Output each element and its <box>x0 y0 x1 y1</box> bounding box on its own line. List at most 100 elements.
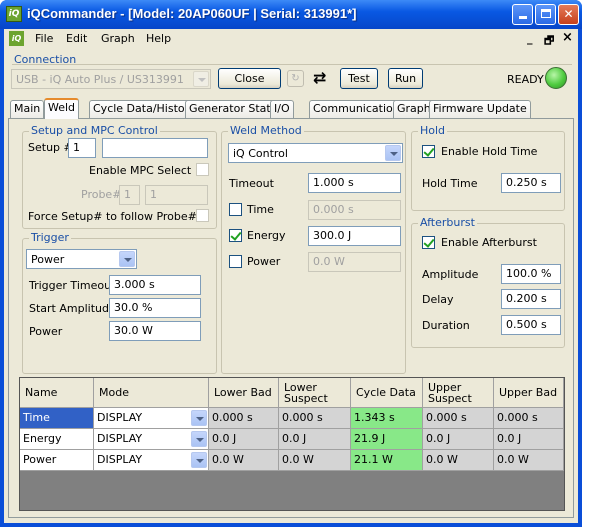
energy-checkbox[interactable] <box>229 229 242 242</box>
delay-field[interactable]: 0.200 s <box>501 289 561 309</box>
time-checkbox[interactable] <box>229 203 242 216</box>
row-time-cycle-data: 1.343 s <box>351 408 423 429</box>
duration-label: Duration <box>422 319 470 332</box>
row-energy-mode-select[interactable]: DISPLAY <box>94 429 209 450</box>
trigger-mode-select[interactable]: Power <box>26 249 137 269</box>
menu-file[interactable]: File <box>35 32 53 45</box>
row-time-name[interactable]: Time <box>20 408 94 429</box>
power-field[interactable]: 0.0 W <box>308 252 401 272</box>
row-time-upper-bad[interactable]: 0.000 s <box>494 408 564 429</box>
row-energy-lower-bad[interactable]: 0.0 J <box>209 429 279 450</box>
trigger-power-field[interactable]: 30.0 W <box>109 321 201 341</box>
column-header-upper-bad[interactable]: Upper Bad <box>494 378 564 408</box>
minimize-icon <box>518 16 527 19</box>
force-setup-checkbox[interactable] <box>196 209 209 222</box>
column-header-upper-suspect[interactable]: Upper Suspect <box>423 378 494 408</box>
row-power-mode-select[interactable]: DISPLAY <box>94 450 209 471</box>
trigger-timeout-field[interactable]: 3.000 s <box>109 275 201 295</box>
hold-time-label: Hold Time <box>422 177 478 190</box>
row-energy-lower-suspect[interactable]: 0.0 J <box>279 429 351 450</box>
row-power-lower-bad[interactable]: 0.0 W <box>209 450 279 471</box>
weld-method-select[interactable]: iQ Control <box>228 143 403 163</box>
tab-firmware-update[interactable]: Firmware Update <box>429 100 531 118</box>
chevron-down-icon <box>191 410 207 426</box>
energy-label: Energy <box>247 229 286 242</box>
row-power-upper-bad[interactable]: 0.0 W <box>494 450 564 471</box>
duration-field[interactable]: 0.500 s <box>501 315 561 335</box>
row-time-lower-bad[interactable]: 0.000 s <box>209 408 279 429</box>
weld-method-title: Weld Method <box>228 124 304 137</box>
row-time-lower-suspect[interactable]: 0.000 s <box>279 408 351 429</box>
weld-timeout-field[interactable]: 1.000 s <box>308 173 401 193</box>
row-energy-mode: DISPLAY <box>97 432 143 445</box>
close-window-button[interactable]: ✕ <box>558 4 579 25</box>
energy-field[interactable]: 300.0 J <box>308 226 401 246</box>
row-power-lower-suspect[interactable]: 0.0 W <box>279 450 351 471</box>
menu-graph[interactable]: Graph <box>101 32 135 45</box>
row-time-upper-suspect[interactable]: 0.000 s <box>423 408 494 429</box>
enable-hold-checkbox[interactable] <box>422 145 435 158</box>
hold-title: Hold <box>418 124 448 137</box>
column-header-lower-bad[interactable]: Lower Bad <box>209 378 279 408</box>
minimize-button[interactable] <box>512 4 533 25</box>
chevron-down-icon <box>119 251 135 267</box>
setup-number-field[interactable]: 1 <box>68 138 96 158</box>
row-power-upper-suspect[interactable]: 0.0 W <box>423 450 494 471</box>
power-checkbox[interactable] <box>229 255 242 268</box>
close-connection-button[interactable]: Close <box>218 68 281 89</box>
row-time-mode-select[interactable]: DISPLAY <box>94 408 209 429</box>
test-button[interactable]: Test <box>340 68 378 89</box>
maximize-button[interactable] <box>535 4 556 25</box>
time-label: Time <box>247 203 274 216</box>
document-icon[interactable]: iQ <box>9 31 24 46</box>
mdi-restore-icon[interactable]: 🗗 <box>544 32 554 51</box>
row-energy-name[interactable]: Energy <box>20 429 94 450</box>
start-amplitude-field[interactable]: 30.0 % <box>109 298 201 318</box>
row-power-name[interactable]: Power <box>20 450 94 471</box>
ready-status-label: READY <box>507 73 544 86</box>
run-button[interactable]: Run <box>388 68 423 89</box>
column-header-lower-suspect[interactable]: Lower Suspect <box>279 378 351 408</box>
probe-name-field[interactable]: 1 <box>145 185 208 205</box>
mdi-minimize-icon[interactable]: _ <box>527 32 533 45</box>
setup-name-field[interactable] <box>102 138 208 158</box>
app-window: iQ iQCommander - [Model: 20AP060UF | Ser… <box>0 0 582 527</box>
row-energy-upper-suspect[interactable]: 0.0 J <box>423 429 494 450</box>
column-header-cycle-data[interactable]: Cycle Data <box>351 378 423 408</box>
row-power-mode: DISPLAY <box>97 453 143 466</box>
trigger-timeout-label: Trigger Timeout <box>29 279 116 292</box>
tab-io[interactable]: I/O <box>270 100 294 118</box>
tab-weld[interactable]: Weld <box>44 98 80 119</box>
hold-group: Hold Enable Hold Time Hold Time 0.250 s <box>411 124 565 211</box>
trigger-mode-value: Power <box>31 253 65 266</box>
power-label: Power <box>247 255 281 268</box>
app-icon: iQ <box>6 6 22 22</box>
tab-cycle-data-history[interactable]: Cycle Data/History <box>89 100 200 118</box>
weld-timeout-label: Timeout <box>229 177 274 190</box>
chevron-down-icon <box>191 452 207 468</box>
row-time-mode: DISPLAY <box>97 411 143 424</box>
column-header-mode[interactable]: Mode <box>94 378 209 408</box>
delay-label: Delay <box>422 293 454 306</box>
enable-mpc-checkbox[interactable] <box>196 163 209 176</box>
row-energy-cycle-data: 21.9 J <box>351 429 423 450</box>
chevron-down-icon <box>385 145 401 161</box>
tab-strip: Main Weld Cycle Data/History Generator S… <box>8 98 578 119</box>
tab-main[interactable]: Main <box>10 100 45 118</box>
column-header-name[interactable]: Name <box>20 378 94 408</box>
row-energy-upper-bad[interactable]: 0.0 J <box>494 429 564 450</box>
menu-edit[interactable]: Edit <box>66 32 87 45</box>
mdi-close-icon[interactable]: × <box>562 30 573 45</box>
menu-help[interactable]: Help <box>146 32 171 45</box>
enable-afterburst-checkbox[interactable] <box>422 236 435 249</box>
refresh-icon[interactable]: ↻ <box>287 70 304 87</box>
enable-afterburst-label: Enable Afterburst <box>441 236 537 249</box>
probe-number-field[interactable]: 1 <box>119 185 140 205</box>
weld-method-value: iQ Control <box>233 147 288 160</box>
title-bar[interactable]: iQ iQCommander - [Model: 20AP060UF | Ser… <box>0 0 582 29</box>
time-field[interactable]: 0.000 s <box>308 200 401 220</box>
connection-port-select[interactable]: USB - iQ Auto Plus / US313991 <box>11 69 211 89</box>
maximize-icon <box>540 9 551 18</box>
amplitude-field[interactable]: 100.0 % <box>501 264 561 284</box>
hold-time-field[interactable]: 0.250 s <box>501 173 561 193</box>
